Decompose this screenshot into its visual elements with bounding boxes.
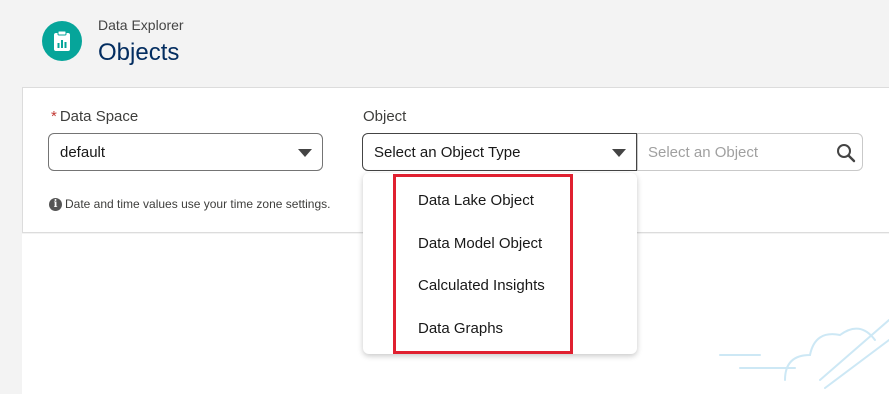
data-space-select[interactable]: default	[48, 133, 323, 171]
data-space-label-text: Data Space	[59, 108, 139, 125]
timezone-info: i Date and time values use your time zon…	[49, 197, 330, 211]
object-label: Object	[363, 108, 407, 125]
timezone-info-text: Date and time values use your time zone …	[65, 197, 331, 211]
dropdown-option[interactable]: Data Graphs	[418, 320, 503, 337]
data-space-value: default	[60, 143, 106, 161]
chevron-down-icon	[612, 149, 626, 157]
page-header: Data Explorer Objects	[0, 0, 889, 87]
required-marker: *	[51, 108, 57, 125]
dropdown-option[interactable]: Data Lake Object	[418, 192, 534, 209]
data-space-label: * Data Space	[51, 108, 138, 125]
object-search-input[interactable]: Select an Object	[637, 133, 863, 171]
object-type-select[interactable]: Select an Object Type	[362, 133, 637, 171]
page-eyebrow: Data Explorer	[98, 17, 184, 33]
object-search-placeholder: Select an Object	[648, 143, 759, 161]
dropdown-option[interactable]: Calculated Insights	[418, 277, 545, 294]
page-title: Objects	[98, 39, 180, 66]
dropdown-option[interactable]: Data Model Object	[418, 235, 542, 252]
cloud-illustration	[719, 319, 889, 389]
object-type-value: Select an Object Type	[374, 143, 521, 161]
data-explorer-icon	[42, 21, 82, 61]
search-icon[interactable]	[836, 143, 856, 163]
chevron-down-icon	[298, 149, 312, 157]
info-icon: i	[49, 197, 62, 211]
